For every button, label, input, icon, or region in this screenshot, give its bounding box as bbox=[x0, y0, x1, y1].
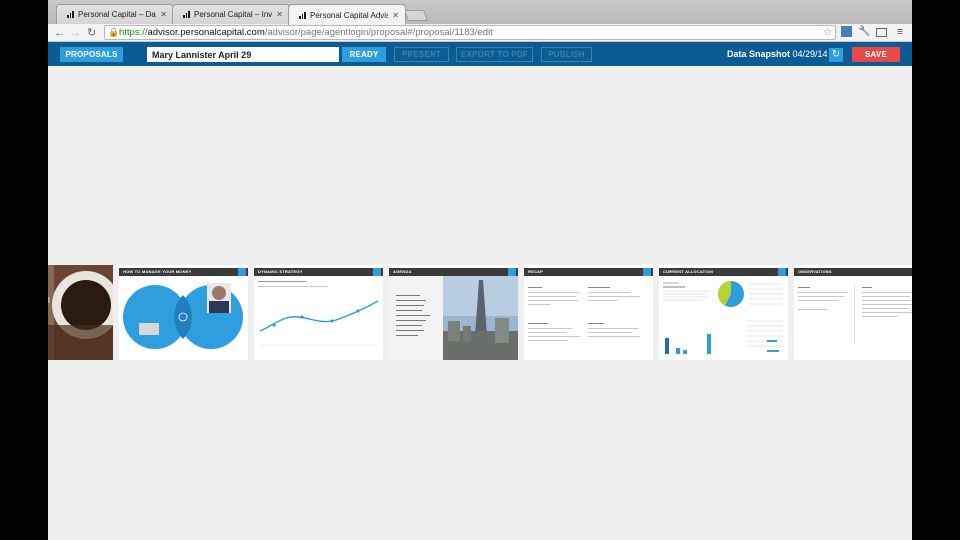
slide-cover[interactable]: l bbox=[48, 265, 113, 360]
proposal-toolbar: PROPOSALS READY PRESENT EXPORT TO PDF PU… bbox=[48, 42, 912, 66]
close-tab-icon[interactable]: ✕ bbox=[392, 11, 399, 20]
slide-header: CURRENT ALLOCATION bbox=[659, 268, 788, 276]
bookmark-star-icon[interactable]: ☆ bbox=[823, 26, 832, 39]
tab-label: Personal Capital – Investm bbox=[194, 10, 273, 19]
address-bar[interactable]: 🔒 https://advisor.personalcapital.com/ad… bbox=[104, 25, 836, 40]
data-snapshot: Data Snapshot 04/29/14 bbox=[727, 47, 828, 62]
slide-title: AGENDA bbox=[393, 269, 412, 274]
refresh-snapshot-icon[interactable]: ↻ bbox=[829, 48, 843, 62]
slide-title: CURRENT ALLOCATION bbox=[663, 269, 714, 274]
export-pdf-button[interactable]: EXPORT TO PDF bbox=[456, 47, 533, 62]
tab-label: Personal Capital Advisor bbox=[310, 10, 388, 20]
slide-title: DYNAMIC STRATEGY bbox=[258, 269, 303, 274]
data-snapshot-label: Data Snapshot bbox=[727, 49, 791, 59]
svg-text:l: l bbox=[48, 296, 50, 305]
cast-icon[interactable] bbox=[876, 28, 887, 37]
slide-header: DYNAMIC STRATEGY bbox=[254, 268, 383, 276]
tab-strip: Personal Capital – Dashbo ✕ Personal Cap… bbox=[48, 0, 912, 25]
slide-observations[interactable]: OBSERVATIONS bbox=[794, 265, 912, 360]
save-button[interactable]: SAVE bbox=[852, 47, 900, 62]
proposals-button[interactable]: PROPOSALS bbox=[60, 47, 123, 62]
tab-advisor[interactable]: Personal Capital Advisor ✕ bbox=[288, 4, 406, 25]
publish-button[interactable]: PUBLISH bbox=[541, 47, 592, 62]
url-path: /advisor/page/agentlogin/proposal#/propo… bbox=[264, 27, 493, 38]
slide-header: AGENDA bbox=[389, 268, 518, 276]
wrench-icon[interactable]: 🔧 bbox=[858, 26, 870, 38]
slide-badge bbox=[643, 268, 651, 276]
slide-recap[interactable]: RECAP bbox=[524, 265, 653, 360]
tab-label: Personal Capital – Dashbo bbox=[78, 10, 156, 19]
slide-how-to-manage[interactable]: HOW TO MANAGE YOUR MONEY bbox=[119, 265, 248, 360]
slide-title: RECAP bbox=[528, 269, 544, 274]
text-line bbox=[258, 286, 328, 287]
agenda-list-panel bbox=[389, 276, 443, 360]
tab-investments[interactable]: Personal Capital – Investm ✕ bbox=[172, 4, 290, 24]
lock-icon: 🔒 bbox=[108, 27, 120, 37]
coffee-photo: l bbox=[48, 265, 113, 360]
slide-badge bbox=[373, 268, 381, 276]
text-line bbox=[258, 281, 306, 282]
url-host: advisor.personalcapital.com bbox=[147, 27, 265, 38]
slide-current-allocation[interactable]: CURRENT ALLOCATION bbox=[659, 265, 788, 360]
slide-title: OBSERVATIONS bbox=[798, 269, 832, 274]
data-snapshot-date: 04/29/14 bbox=[792, 49, 828, 59]
browser-toolbar: ← → ↻ 🔒 https://advisor.personalcapital.… bbox=[48, 24, 912, 42]
tab-dashboard[interactable]: Personal Capital – Dashbo ✕ bbox=[56, 4, 174, 24]
slide-header: HOW TO MANAGE YOUR MONEY bbox=[119, 268, 248, 276]
new-tab-button[interactable] bbox=[403, 10, 429, 21]
proposal-name-input[interactable] bbox=[147, 47, 339, 62]
browser-window: Personal Capital – Dashbo ✕ Personal Cap… bbox=[48, 0, 912, 540]
slide-filmstrip: l HOW TO MANAGE YOUR MONEY DYNAMIC STRAT… bbox=[48, 265, 912, 360]
extension-icon[interactable] bbox=[841, 26, 852, 37]
slide-title: HOW TO MANAGE YOUR MONEY bbox=[123, 269, 192, 274]
allocation-charts bbox=[663, 281, 783, 354]
slide-badge bbox=[778, 268, 786, 276]
menu-icon[interactable]: ≡ bbox=[894, 26, 906, 38]
reload-icon[interactable]: ↻ bbox=[87, 25, 96, 41]
forward-icon[interactable]: → bbox=[70, 25, 81, 41]
slide-dynamic-strategy[interactable]: DYNAMIC STRATEGY bbox=[254, 265, 383, 360]
personal-capital-favicon-icon bbox=[299, 11, 306, 19]
slide-header: RECAP bbox=[524, 268, 653, 276]
close-tab-icon[interactable]: ✕ bbox=[160, 10, 167, 19]
slide-agenda[interactable]: AGENDA bbox=[389, 265, 518, 360]
strategy-curve-chart bbox=[259, 300, 379, 346]
venn-diagram bbox=[123, 283, 243, 349]
slide-header: OBSERVATIONS bbox=[794, 268, 912, 276]
personal-capital-favicon-icon bbox=[183, 11, 190, 18]
close-tab-icon[interactable]: ✕ bbox=[276, 10, 283, 19]
slide-badge bbox=[238, 268, 246, 276]
back-icon[interactable]: ← bbox=[54, 25, 65, 41]
slide-badge bbox=[508, 268, 516, 276]
city-skyline-photo bbox=[443, 276, 518, 360]
url-scheme: https:// bbox=[119, 27, 148, 38]
present-button[interactable]: PRESENT bbox=[394, 47, 449, 62]
personal-capital-favicon-icon bbox=[67, 11, 74, 18]
ready-button[interactable]: READY bbox=[342, 47, 386, 62]
